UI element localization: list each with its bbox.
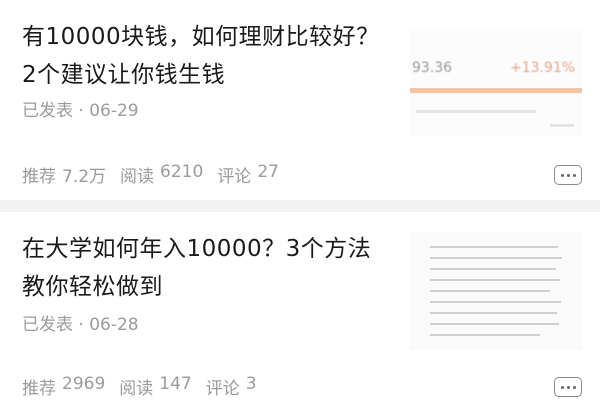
separator: · <box>78 101 84 121</box>
comment-value: 27 <box>257 162 279 182</box>
thumbnail-text-line <box>430 323 559 325</box>
publish-info: 已发表 · 06-29 <box>22 96 139 121</box>
article-card[interactable]: 有10000块钱，如何理财比较好？2个建议让你钱生钱 已发表 · 06-29 推… <box>0 0 600 200</box>
published-label: 已发表 <box>22 101 73 121</box>
thumbnail-text-line <box>430 312 557 314</box>
article-thumbnail[interactable] <box>410 232 582 350</box>
article-title[interactable]: 有10000块钱，如何理财比较好？2个建议让你钱生钱 <box>22 18 392 94</box>
comment-label: 评论 <box>205 379 240 399</box>
more-icon <box>560 173 564 177</box>
publish-date: 06-28 <box>89 315 139 335</box>
thumbnail-text-line <box>550 124 574 127</box>
card-divider <box>0 200 600 212</box>
comment-stat: 评论 27 <box>217 162 279 187</box>
thumbnail-text-line <box>430 246 558 248</box>
publish-date: 06-29 <box>89 101 139 121</box>
thumbnail-text-line <box>430 301 561 303</box>
thumbnail-progress-bar <box>410 88 582 93</box>
read-value: 147 <box>159 374 192 394</box>
recommend-value: 2969 <box>62 374 106 394</box>
thumbnail-text-line <box>416 110 536 113</box>
publish-info: 已发表 · 06-28 <box>22 310 139 335</box>
recommend-label: 推荐 <box>22 379 56 399</box>
read-label: 阅读 <box>119 379 154 399</box>
published-label: 已发表 <box>22 315 73 335</box>
read-stat: 阅读 147 <box>119 374 191 399</box>
read-stat: 阅读 6210 <box>120 162 203 187</box>
thumbnail-text-line <box>430 257 562 259</box>
read-value: 6210 <box>160 162 204 182</box>
read-label: 阅读 <box>120 167 155 187</box>
article-title[interactable]: 在大学如何年入10000？3个方法教你轻松做到 <box>22 230 392 306</box>
article-stats: 推荐 7.2万 阅读 6210 评论 27 <box>22 162 279 187</box>
more-options-button[interactable] <box>554 165 582 185</box>
article-stats: 推荐 2969 阅读 147 评论 3 <box>22 374 257 399</box>
recommend-stat: 推荐 7.2万 <box>22 162 106 187</box>
comment-label: 评论 <box>217 167 252 187</box>
more-icon <box>560 385 564 389</box>
thumbnail-text-line <box>430 279 560 281</box>
thumbnail-text-line <box>430 268 556 270</box>
recommend-value: 7.2万 <box>62 167 107 187</box>
separator: · <box>78 315 84 335</box>
article-thumbnail[interactable]: 93.36 +13.91% <box>410 28 582 136</box>
comment-stat: 评论 3 <box>206 374 257 399</box>
recommend-label: 推荐 <box>22 167 56 187</box>
recommend-stat: 推荐 2969 <box>22 374 105 399</box>
more-options-button[interactable] <box>554 377 582 397</box>
comment-value: 3 <box>245 374 257 394</box>
thumbnail-text-line <box>430 290 550 292</box>
thumbnail-value-right: +13.91% <box>510 60 576 76</box>
thumbnail-text-line <box>430 334 540 336</box>
thumbnail-value-left: 93.36 <box>412 60 453 76</box>
